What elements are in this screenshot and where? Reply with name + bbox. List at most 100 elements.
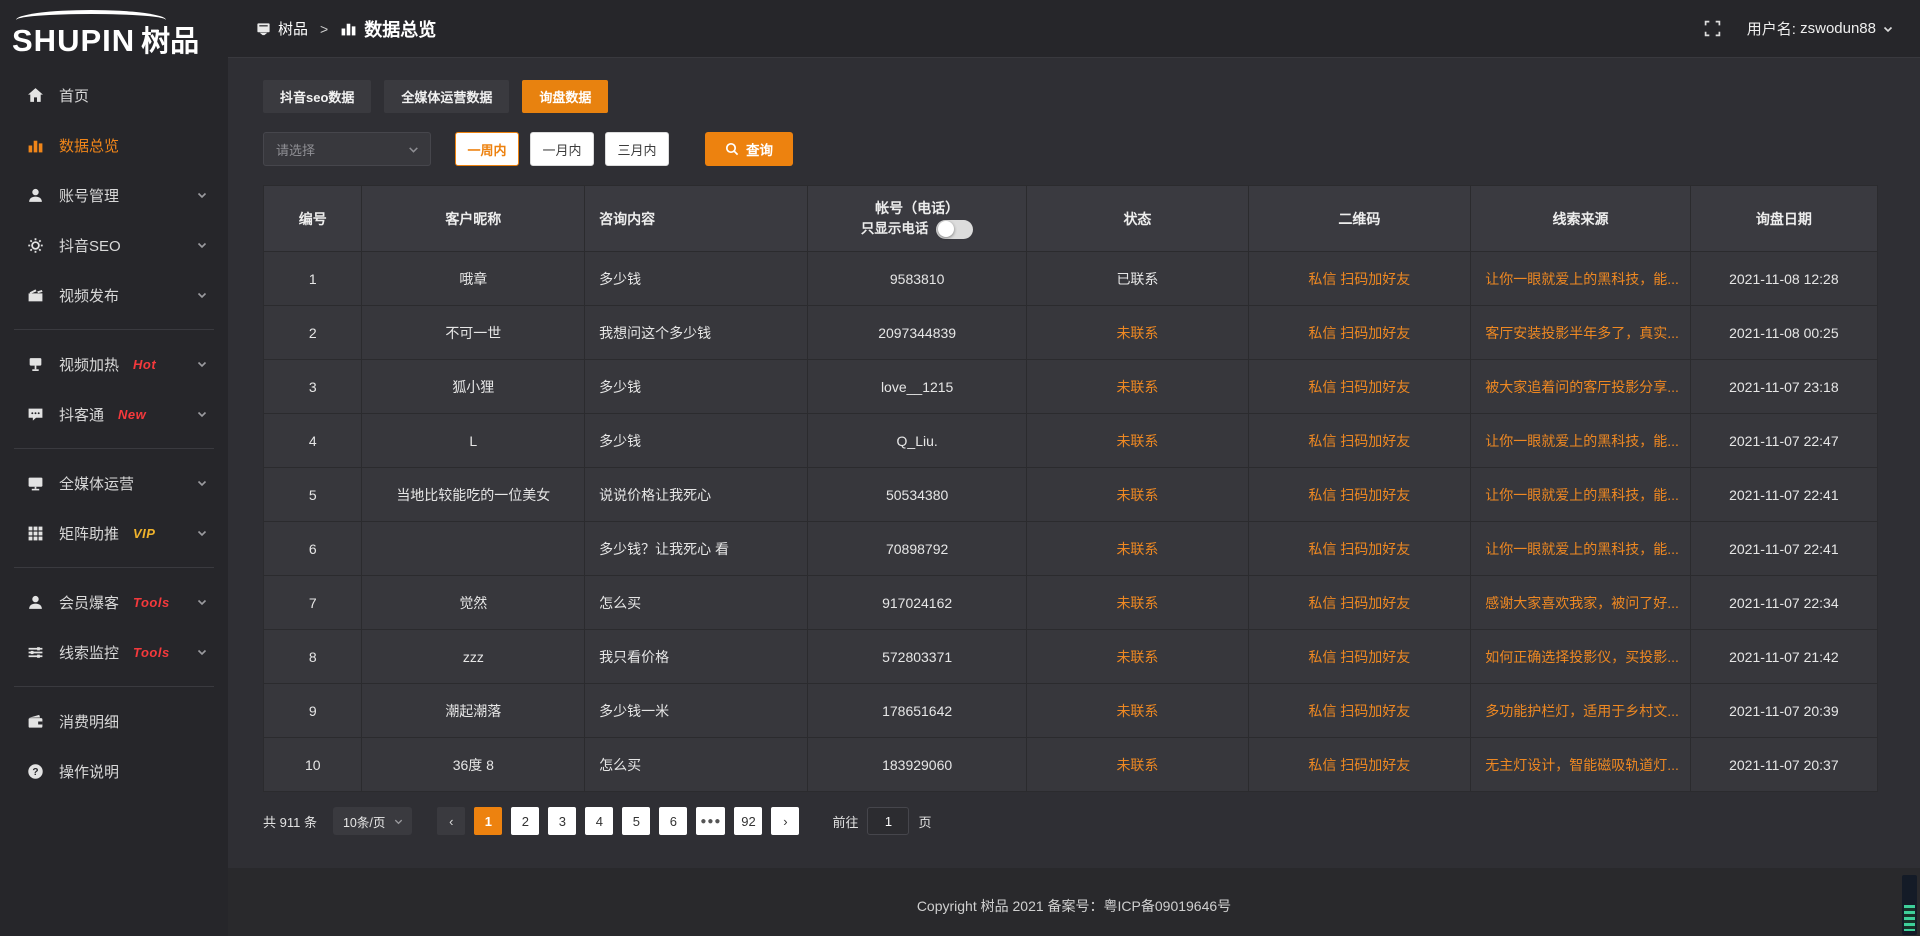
cell-qrcode-link[interactable]: 私信 扫码加好友 (1248, 414, 1471, 468)
cell-nickname: 36度 8 (362, 738, 585, 792)
cell-status: 未联系 (1027, 414, 1248, 468)
cell-content: 说说价格让我死心 (585, 468, 808, 522)
account-header-label: 帐号（电话） (808, 198, 1027, 219)
sidebar-item-help[interactable]: ? 操作说明 (0, 746, 228, 796)
cell-source-link[interactable]: 让你一眼就爱上的黑科技，能... (1471, 252, 1691, 306)
topbar-right: 用户名: zswodun88 (1704, 18, 1894, 39)
goto-page-input[interactable] (867, 807, 909, 835)
range-week-button[interactable]: 一周内 (455, 132, 519, 166)
sidebar-item-label: 首页 (59, 85, 89, 106)
sidebar-item-matrix-boost[interactable]: 矩阵助推 VIP (0, 508, 228, 558)
cell-status: 未联系 (1027, 576, 1248, 630)
col-header-status: 状态 (1027, 186, 1248, 252)
sidebar-item-douyin-seo[interactable]: 抖音SEO (0, 220, 228, 270)
grid-icon (26, 524, 44, 542)
tab-omni-media-data[interactable]: 全媒体运营数据 (384, 80, 509, 113)
query-button-label: 查询 (746, 139, 773, 159)
sidebar-item-account-mgmt[interactable]: 账号管理 (0, 170, 228, 220)
inquiry-table: 编号 客户昵称 咨询内容 帐号（电话） 只显示电话 (263, 185, 1878, 792)
cell-qrcode-link[interactable]: 私信 扫码加好友 (1248, 522, 1471, 576)
next-page-button[interactable]: › (771, 807, 799, 835)
phone-only-label: 只显示电话 (861, 219, 929, 239)
page-button-1[interactable]: 1 (474, 807, 502, 835)
cell-source-link[interactable]: 感谢大家喜欢我家，被问了好... (1471, 576, 1691, 630)
browser-extension-widget[interactable] (1902, 875, 1917, 935)
sidebar-item-lead-monitor[interactable]: 线索监控 Tools (0, 627, 228, 677)
col-header-qrcode: 二维码 (1248, 186, 1471, 252)
col-header-date: 询盘日期 (1690, 186, 1877, 252)
cell-source-link[interactable]: 让你一眼就爱上的黑科技，能... (1471, 414, 1691, 468)
cell-account: 50534380 (807, 468, 1027, 522)
page-size-select[interactable]: 10条/页 (333, 807, 412, 835)
range-month-button[interactable]: 一月内 (530, 132, 594, 166)
chevron-down-icon (196, 408, 208, 420)
cell-content: 多少钱一米 (585, 684, 808, 738)
sidebar-item-label: 视频发布 (59, 285, 119, 306)
sidebar-item-home[interactable]: 首页 (0, 70, 228, 120)
sidebar-divider (14, 686, 214, 687)
tab-inquiry-data[interactable]: 询盘数据 (522, 80, 608, 113)
chevron-down-icon (407, 143, 420, 156)
cell-qrcode-link[interactable]: 私信 扫码加好友 (1248, 252, 1471, 306)
phone-only-toggle[interactable] (936, 220, 973, 239)
page-button-92[interactable]: 92 (734, 807, 762, 835)
sidebar-item-member-burst[interactable]: 会员爆客 Tools (0, 577, 228, 627)
cell-qrcode-link[interactable]: 私信 扫码加好友 (1248, 738, 1471, 792)
cell-account: 9583810 (807, 252, 1027, 306)
tab-douyin-seo-data[interactable]: 抖音seo数据 (263, 80, 371, 113)
sidebar-item-omni-media[interactable]: 全媒体运营 (0, 458, 228, 508)
prev-page-button[interactable]: ‹ (437, 807, 465, 835)
chevron-down-icon (1882, 23, 1894, 35)
cell-qrcode-link[interactable]: 私信 扫码加好友 (1248, 684, 1471, 738)
sidebar-item-expense-detail[interactable]: 消费明细 (0, 696, 228, 746)
cell-qrcode-link[interactable]: 私信 扫码加好友 (1248, 306, 1471, 360)
user-menu[interactable]: 用户名: zswodun88 (1747, 18, 1894, 39)
cell-source-link[interactable]: 多功能护栏灯，适用于乡村文... (1471, 684, 1691, 738)
page-button-3[interactable]: 3 (548, 807, 576, 835)
query-button[interactable]: 查询 (705, 132, 793, 166)
cell-source-link[interactable]: 被大家追着问的客厅投影分享... (1471, 360, 1691, 414)
content-area: 抖音seo数据 全媒体运营数据 询盘数据 请选择 一周内 一月内 三月内 (228, 58, 1920, 868)
cell-source-link[interactable]: 客厅安装投影半年多了，真实... (1471, 306, 1691, 360)
cell-source-link[interactable]: 让你一眼就爱上的黑科技，能... (1471, 522, 1691, 576)
cell-account: 917024162 (807, 576, 1027, 630)
cell-qrcode-link[interactable]: 私信 扫码加好友 (1248, 360, 1471, 414)
cell-qrcode-link[interactable]: 私信 扫码加好友 (1248, 468, 1471, 522)
cell-source-link[interactable]: 无主灯设计，智能磁吸轨道灯... (1471, 738, 1691, 792)
range-quarter-button[interactable]: 三月内 (605, 132, 669, 166)
screen-flag-icon (26, 355, 44, 373)
cell-qrcode-link[interactable]: 私信 扫码加好友 (1248, 630, 1471, 684)
data-tabs: 抖音seo数据 全媒体运营数据 询盘数据 (263, 80, 1878, 113)
page-button-2[interactable]: 2 (511, 807, 539, 835)
sidebar-item-douketong[interactable]: 抖客通 New (0, 389, 228, 439)
cell-qrcode-link[interactable]: 私信 扫码加好友 (1248, 576, 1471, 630)
table-header-row: 编号 客户昵称 咨询内容 帐号（电话） 只显示电话 (264, 186, 1878, 252)
cell-content: 怎么买 (585, 576, 808, 630)
fullscreen-icon[interactable] (1704, 20, 1721, 37)
page-more-button[interactable]: ●●● (696, 807, 725, 835)
breadcrumb-current: 数据总览 (364, 16, 436, 42)
sidebar-item-data-overview[interactable]: 数据总览 (0, 120, 228, 170)
filter-select[interactable]: 请选择 (263, 132, 431, 166)
breadcrumb-root[interactable]: 树品 (278, 18, 308, 39)
page-button-5[interactable]: 5 (622, 807, 650, 835)
cell-nickname: 狐小狸 (362, 360, 585, 414)
monitor-icon (26, 474, 44, 492)
sidebar-nav: 首页 数据总览 账号管理 抖音 (0, 70, 228, 796)
cell-source-link[interactable]: 让你一眼就爱上的黑科技，能... (1471, 468, 1691, 522)
page-button-6[interactable]: 6 (659, 807, 687, 835)
cell-content: 我只看价格 (585, 630, 808, 684)
goto-suffix: 页 (918, 812, 931, 831)
sidebar-item-video-heat[interactable]: 视频加热 Hot (0, 339, 228, 389)
cell-source-link[interactable]: 如何正确选择投影仪，买投影... (1471, 630, 1691, 684)
sidebar-divider (14, 448, 214, 449)
col-header-id: 编号 (264, 186, 362, 252)
cell-account: 2097344839 (807, 306, 1027, 360)
sidebar-item-label: 全媒体运营 (59, 473, 134, 494)
cell-id: 9 (264, 684, 362, 738)
page-list: 123456 ●●● 92 (474, 807, 762, 835)
sidebar-item-video-publish[interactable]: 视频发布 (0, 270, 228, 320)
page-button-4[interactable]: 4 (585, 807, 613, 835)
user-icon (26, 186, 44, 204)
copyright-text: Copyright 树品 2021 备案号：粤ICP备09019646号 (917, 896, 1231, 916)
